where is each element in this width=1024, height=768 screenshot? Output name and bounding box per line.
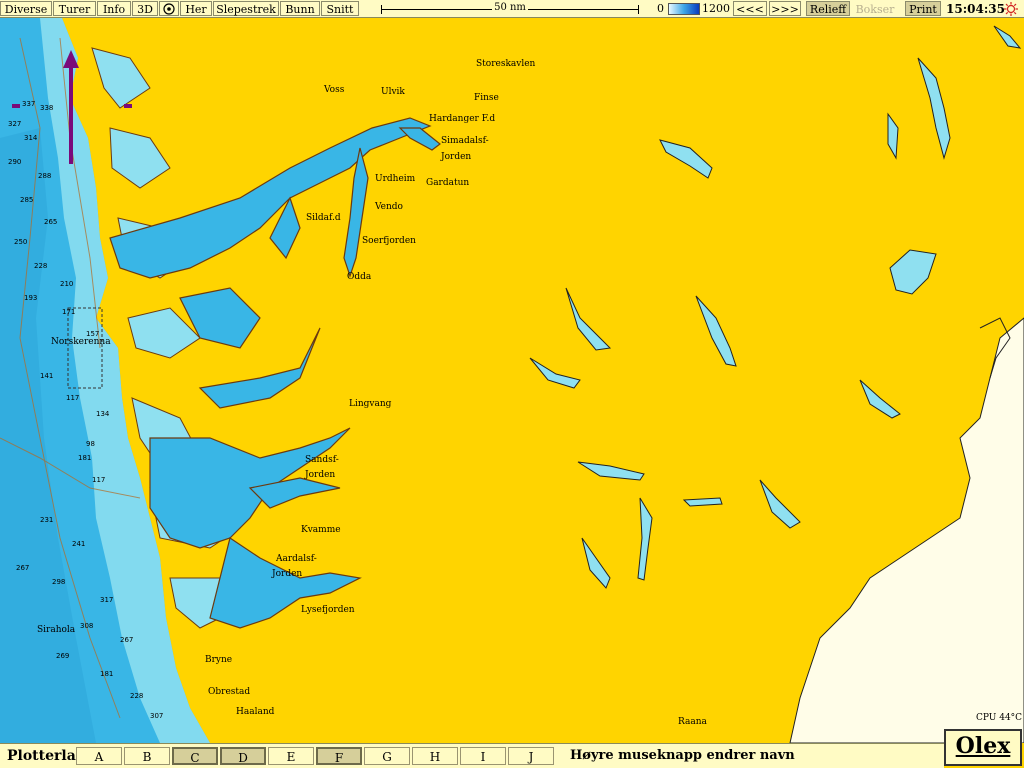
depth-sounding: 193 <box>24 294 37 302</box>
depth-sounding: 314 <box>24 134 38 142</box>
depth-sounding: 307 <box>150 712 163 720</box>
depth-min-label: 0 <box>657 2 664 15</box>
info-button[interactable]: Info <box>97 1 131 16</box>
place-finse: Finse <box>474 93 499 103</box>
depth-sounding: 117 <box>92 476 105 484</box>
layer-j-button[interactable]: J <box>508 747 554 765</box>
depth-sounding: 228 <box>34 262 47 270</box>
place-lingvang: Lingvang <box>349 399 392 409</box>
depth-sounding: 241 <box>72 540 85 548</box>
marker-right <box>124 104 132 108</box>
depth-sounding: 181 <box>78 454 91 462</box>
place-aardal-2: Jorden <box>272 569 303 579</box>
place-kvamme: Kvamme <box>301 525 341 535</box>
scale-label: 50 nm <box>492 2 528 13</box>
clock: 15:04:35 <box>946 2 1005 16</box>
depth-sounding: 327 <box>8 120 21 128</box>
place-lysefjorden: Lysefjorden <box>301 605 355 615</box>
target-icon-button[interactable] <box>159 1 179 16</box>
layer-h-button[interactable]: H <box>412 747 458 765</box>
place-aardal-1: Aardalsf- <box>276 554 317 564</box>
turer-button[interactable]: Turer <box>53 1 96 16</box>
place-simadal-2: Jorden <box>441 152 472 162</box>
depth-sounding: 338 <box>40 104 53 112</box>
layer-c-button[interactable]: C <box>172 747 218 765</box>
olex-logo: Olex <box>955 733 1011 759</box>
depth-sounding: 285 <box>20 196 33 204</box>
place-odda: Odda <box>347 272 372 282</box>
slepestrek-button[interactable]: Slepestrek <box>213 1 279 16</box>
marker-left <box>12 104 20 108</box>
bunn-button[interactable]: Bunn <box>280 1 320 16</box>
prev-button[interactable]: <<< <box>733 1 767 16</box>
depth-sounding: 141 <box>40 372 53 380</box>
place-haaland: Haaland <box>236 707 275 717</box>
depth-sounding: 265 <box>44 218 57 226</box>
her-button[interactable]: Her <box>180 1 212 16</box>
print-button[interactable]: Print <box>905 1 941 16</box>
layer-b-button[interactable]: B <box>124 747 170 765</box>
place-sildaf: Sildaf.d <box>306 213 341 223</box>
place-sandsf-2: Jorden <box>305 470 336 480</box>
place-norskerenna: Norskerenna <box>51 337 111 347</box>
sun-icon[interactable] <box>1004 2 1018 16</box>
depth-sounding: 288 <box>38 172 51 180</box>
layer-f-button[interactable]: F <box>316 747 362 765</box>
layer-d-button[interactable]: D <box>220 747 266 765</box>
map-canvas[interactable]: 337 338 327314 290 288 285 265 250 228 210 193 171 1… <box>0 18 1024 744</box>
depth-sounding: 117 <box>66 394 79 402</box>
depth-sounding: 308 <box>80 622 93 630</box>
plotterlag-label: Plotterlag <box>7 748 86 764</box>
depth-sounding: 181 <box>100 670 113 678</box>
scale-bar: 50 nm <box>381 1 639 16</box>
place-voss: Voss <box>324 85 345 95</box>
depth-sounding: 231 <box>40 516 53 524</box>
layer-i-button[interactable]: I <box>460 747 506 765</box>
snitt-button[interactable]: Snitt <box>321 1 359 16</box>
depth-sounding: 290 <box>8 158 21 166</box>
diverse-button[interactable]: Diverse <box>0 1 52 16</box>
depth-sounding: 267 <box>120 636 133 644</box>
plotter-layers-bar: Plotterlag A B C D E F G H I J Høyre mus… <box>0 743 944 768</box>
top-toolbar: Diverse Turer Info 3D Her Slepestrek Bun… <box>0 0 1024 18</box>
place-soerfjorden: Soerfjorden <box>362 236 416 246</box>
depth-sounding: 134 <box>96 410 110 418</box>
layer-e-button[interactable]: E <box>268 747 314 765</box>
depth-sounding: 269 <box>56 652 69 660</box>
place-sirahola: Sirahola <box>37 625 76 635</box>
olex-logo-box[interactable]: Olex <box>944 729 1022 766</box>
place-simadal-1: Simadalsf- <box>441 136 489 146</box>
place-gardatun: Gardatun <box>426 178 470 188</box>
layer-g-button[interactable]: G <box>364 747 410 765</box>
depth-sounding: 337 <box>22 100 35 108</box>
3d-button[interactable]: 3D <box>132 1 158 16</box>
depth-sounding: 267 <box>16 564 29 572</box>
place-bryne: Bryne <box>205 655 233 665</box>
bokser-button[interactable]: Bokser <box>853 1 897 16</box>
rename-hint: Høyre museknapp endrer navn <box>570 748 795 763</box>
depth-color-legend[interactable] <box>668 3 700 15</box>
depth-sounding: 210 <box>60 280 73 288</box>
chart-map[interactable]: 337 338 327 314 290 288 285 265 250 228 210 193 171 1… <box>0 18 1024 744</box>
place-storeskavlen: Storeskavlen <box>476 59 536 69</box>
next-button[interactable]: >>> <box>769 1 801 16</box>
place-vendo: Vendo <box>375 202 403 212</box>
depth-max-label: 1200 <box>702 2 730 15</box>
place-raana: Raana <box>678 717 707 727</box>
depth-sounding: 298 <box>52 578 65 586</box>
relieff-button[interactable]: Relieff <box>806 1 850 16</box>
depth-sounding: 228 <box>130 692 143 700</box>
layer-a-button[interactable]: A <box>76 747 122 765</box>
place-hardanger: Hardanger F.d <box>429 114 496 124</box>
place-urdheim: Urdheim <box>375 174 416 184</box>
cpu-temperature: CPU 44°C <box>976 713 1023 723</box>
target-icon <box>163 3 175 15</box>
depth-sounding: 250 <box>14 238 27 246</box>
depth-sounding: 171 <box>62 308 75 316</box>
depth-sounding: 317 <box>100 596 113 604</box>
place-sandsf-1: Sandsf- <box>305 455 339 465</box>
place-ulvik: Ulvik <box>381 87 405 97</box>
place-obrestad: Obrestad <box>208 687 251 697</box>
depth-sounding: 98 <box>86 440 95 448</box>
